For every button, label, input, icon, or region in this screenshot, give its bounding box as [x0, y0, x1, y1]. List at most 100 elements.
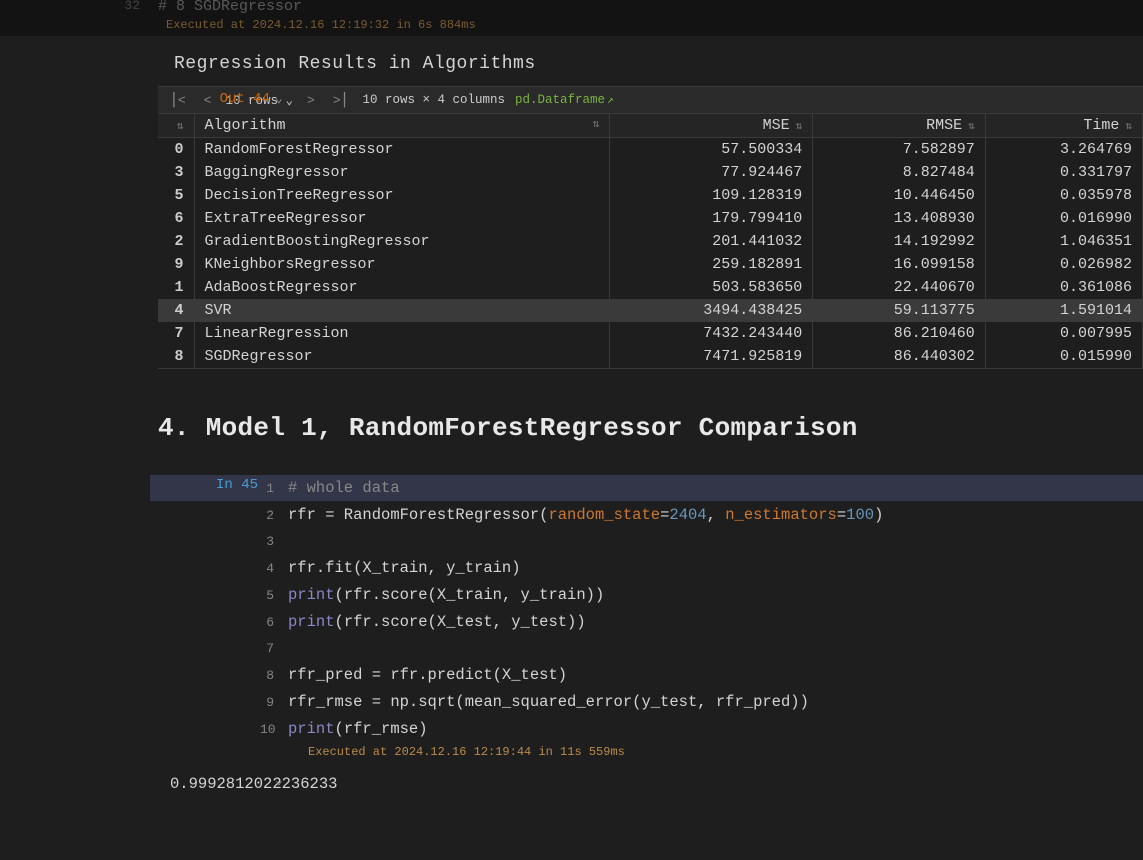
cell-mse: 3494.438425 — [610, 299, 813, 322]
cell-mse: 57.500334 — [610, 138, 813, 162]
cell-algorithm: SGDRegressor — [194, 345, 610, 368]
cell-algorithm: ExtraTreeRegressor — [194, 207, 610, 230]
code-line[interactable]: 8rfr_pred = rfr.predict(X_test) — [150, 662, 1143, 689]
cell-algorithm: BaggingRegressor — [194, 161, 610, 184]
cell-time: 0.026982 — [985, 253, 1142, 276]
table-row[interactable]: 4SVR3494.43842559.1137751.591014 — [158, 299, 1143, 322]
cell-mse: 109.128319 — [610, 184, 813, 207]
code-line[interactable]: 9rfr_rmse = np.sqrt(mean_squared_error(y… — [150, 689, 1143, 716]
cell-algorithm: SVR — [194, 299, 610, 322]
line-number: 7 — [260, 636, 288, 662]
table-row[interactable]: 9KNeighborsRegressor259.18289116.0991580… — [158, 253, 1143, 276]
table-row[interactable]: 2GradientBoostingRegressor201.44103214.1… — [158, 230, 1143, 253]
exec-timestamp: Executed at 2024.12.16 12:19:44 in 11s 5… — [300, 743, 1143, 761]
line-number: 6 — [260, 610, 288, 636]
cell-mse: 503.583650 — [610, 276, 813, 299]
table-row[interactable]: 6ExtraTreeRegressor179.79941013.4089300.… — [158, 207, 1143, 230]
row-index: 8 — [158, 345, 194, 368]
code-text: print(rfr.score(X_test, y_test)) — [288, 609, 586, 635]
cell-time: 0.015990 — [985, 345, 1142, 368]
col-index[interactable]: ⇅ — [158, 114, 194, 138]
table-row[interactable]: 0RandomForestRegressor57.5003347.5828973… — [158, 138, 1143, 162]
code-line[interactable]: 3 — [150, 529, 1143, 555]
code-text: print(rfr_rmse) — [288, 716, 428, 742]
row-index: 7 — [158, 322, 194, 345]
cell-rmse: 8.827484 — [813, 161, 985, 184]
table-row[interactable]: 5DecisionTreeRegressor109.12831910.44645… — [158, 184, 1143, 207]
cell-time: 0.016990 — [985, 207, 1142, 230]
cell-algorithm: DecisionTreeRegressor — [194, 184, 610, 207]
sort-icon: ⇅ — [968, 121, 975, 133]
sort-icon: ⇅ — [796, 121, 803, 133]
collapse-chevron-icon[interactable]: ⌄ — [275, 773, 283, 788]
page-next-icon[interactable]: > — [303, 93, 319, 108]
cell-algorithm: LinearRegression — [194, 322, 610, 345]
page-last-icon[interactable]: >⎮ — [329, 93, 353, 108]
line-number: 4 — [260, 556, 288, 582]
cell-time: 1.046351 — [985, 230, 1142, 253]
cell-rmse: 13.408930 — [813, 207, 985, 230]
col-time[interactable]: Time⇅ — [985, 114, 1142, 138]
sort-icon: ⇅ — [177, 119, 184, 133]
code-line[interactable]: 4rfr.fit(X_train, y_train) — [150, 555, 1143, 582]
table-row[interactable]: 8SGDRegressor7471.92581986.4403020.01599… — [158, 345, 1143, 368]
cell-mse: 7432.243440 — [610, 322, 813, 345]
table-row[interactable]: 3BaggingRegressor77.9244678.8274840.3317… — [158, 161, 1143, 184]
table-row[interactable]: 7LinearRegression7432.24344086.2104600.0… — [158, 322, 1143, 345]
col-algorithm[interactable]: Algorithm⇅ — [194, 114, 610, 138]
cell-time: 0.035978 — [985, 184, 1142, 207]
chevron-down-icon: ⌄ — [285, 94, 293, 108]
cell-mse: 201.441032 — [610, 230, 813, 253]
line-number: 10 — [260, 717, 288, 743]
cell-algorithm: KNeighborsRegressor — [194, 253, 610, 276]
code-editor[interactable]: 1# whole data2rfr = RandomForestRegresso… — [150, 475, 1143, 743]
sort-icon: ⇅ — [1125, 121, 1132, 133]
row-index: 1 — [158, 276, 194, 299]
cell-mse: 7471.925819 — [610, 345, 813, 368]
row-index: 5 — [158, 184, 194, 207]
code-line[interactable]: 6print(rfr.score(X_test, y_test)) — [150, 609, 1143, 636]
code-line[interactable]: 1# whole data — [150, 475, 1143, 502]
code-line[interactable]: 2rfr = RandomForestRegressor(random_stat… — [150, 502, 1143, 529]
dataframe-type-link[interactable]: pd.Dataframe↗ — [515, 93, 614, 107]
row-index: 6 — [158, 207, 194, 230]
cell-time: 1.591014 — [985, 299, 1142, 322]
line-number: 9 — [260, 690, 288, 716]
cell-rmse: 10.446450 — [813, 184, 985, 207]
code-text: # whole data — [288, 475, 400, 501]
cell-rmse: 7.582897 — [813, 138, 985, 162]
line-number: 5 — [260, 583, 288, 609]
code-text: rfr_rmse = np.sqrt(mean_squared_error(y_… — [288, 689, 809, 715]
cell-time: 0.361086 — [985, 276, 1142, 299]
cell-algorithm: AdaBoostRegressor — [194, 276, 610, 299]
cell-rmse: 14.192992 — [813, 230, 985, 253]
code-line[interactable]: 5print(rfr.score(X_train, y_train)) — [150, 582, 1143, 609]
row-index: 2 — [158, 230, 194, 253]
line-number: 1 — [260, 476, 288, 502]
collapse-chevron-icon[interactable]: ⌄ — [275, 91, 283, 106]
dataframe-toolbar: ⎮< < 10 rows ⌄ > >⎮ 10 rows × 4 columns … — [158, 86, 1143, 114]
code-text: rfr = RandomForestRegressor(random_state… — [288, 502, 883, 528]
sort-icon: ⇅ — [593, 117, 600, 131]
cell-algorithm: GradientBoostingRegressor — [194, 230, 610, 253]
col-mse[interactable]: MSE⇅ — [610, 114, 813, 138]
table-row[interactable]: 1AdaBoostRegressor503.58365022.4406700.3… — [158, 276, 1143, 299]
row-index: 9 — [158, 253, 194, 276]
code-text: rfr_pred = rfr.predict(X_test) — [288, 662, 567, 688]
code-line[interactable]: 7 — [150, 636, 1143, 662]
cell-rmse: 16.099158 — [813, 253, 985, 276]
out-label: Out 44 — [150, 91, 270, 107]
line-number: 8 — [260, 663, 288, 689]
cell-mse: 77.924467 — [610, 161, 813, 184]
code-line[interactable]: 10print(rfr_rmse) — [150, 716, 1143, 743]
cell-rmse: 22.440670 — [813, 276, 985, 299]
cell-algorithm: RandomForestRegressor — [194, 138, 610, 162]
code-text: rfr.fit(X_train, y_train) — [288, 555, 521, 581]
col-rmse[interactable]: RMSE⇅ — [813, 114, 985, 138]
cell-rmse: 86.210460 — [813, 322, 985, 345]
line-number: 2 — [260, 503, 288, 529]
section-heading: 4. Model 1, RandomForestRegressor Compar… — [150, 369, 1143, 475]
df-shape: 10 rows × 4 columns — [362, 93, 505, 107]
results-table: ⇅ Algorithm⇅ MSE⇅ RMSE⇅ Time⇅ 0RandomFor… — [158, 114, 1143, 368]
cell-mse: 179.799410 — [610, 207, 813, 230]
